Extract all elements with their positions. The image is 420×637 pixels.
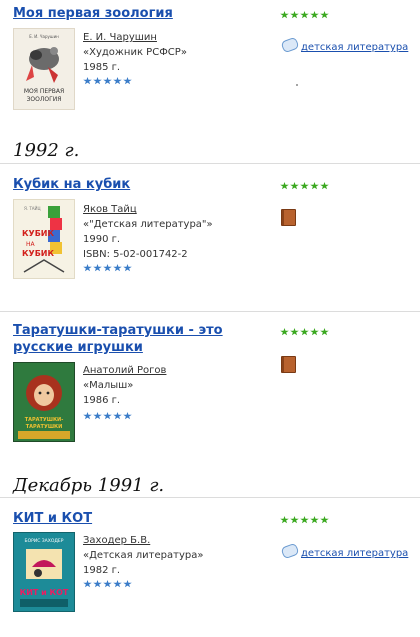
book-cover-image[interactable]: ТАРАТУШКИ- ТАРАТУШКИ [13,362,75,442]
cover-author-text: Е. И. Чарушин [29,34,59,39]
date-heading: 1992 г. [13,140,80,161]
svg-text:МОЯ ПЕРВАЯ: МОЯ ПЕРВАЯ [24,88,64,95]
divider [0,163,420,164]
book-info: Заходер Б.В. «Детская литература» 1982 г… [83,534,203,595]
author-link[interactable]: Е. И. Чарушин [83,31,187,44]
rating-stars[interactable] [280,182,330,190]
cover-author-text: БОРИС ЗАХОДЕР [25,538,64,544]
book-title-link[interactable]: Кубик на кубик [13,176,323,193]
author-link[interactable]: Яков Тайц [83,203,213,216]
paperclip-icon [280,36,300,54]
year-text: 1985 г. [83,62,121,73]
paperclip-icon [280,542,300,560]
year-text: 1982 г. [83,565,121,576]
book-cover-image[interactable]: БОРИС ЗАХОДЕР КИТ и КОТ [13,532,75,612]
svg-text:НА: НА [26,241,36,248]
year-text: 1990 г. [83,234,121,245]
publisher-text: «Малыш» [83,380,134,391]
svg-text:ТАРАТУШКИ: ТАРАТУШКИ [26,424,63,430]
divider [0,311,420,312]
date-heading: Декабрь 1991 г. [13,475,165,496]
book-cover-image[interactable]: Я. ТАЙЦ КУБИК НА КУБИК [13,199,75,279]
book-icon[interactable] [281,356,296,373]
divider [0,497,420,498]
user-rating-stars[interactable] [83,264,213,279]
separator-dot [296,84,298,86]
book-cover-image[interactable]: Е. И. Чарушин МОЯ ПЕРВАЯ ЗООЛОГИЯ [13,28,75,110]
author-link[interactable]: Анатолий Рогов [83,364,166,377]
user-rating-stars[interactable] [83,412,166,427]
book-title-link[interactable]: КИТ и КОТ [13,510,323,527]
book-info: Е. И. Чарушин «Художник РСФСР» 1985 г. [83,31,187,92]
publisher-text: «Детская литература» [83,550,204,561]
genre-tag-link[interactable]: детская литература [280,542,408,560]
author-link[interactable]: Заходер Б.В. [83,534,203,547]
isbn-text: ISBN: 5-02-001742-2 [83,249,188,260]
svg-text:КИТ и КОТ: КИТ и КОТ [20,588,69,597]
book-info: Яков Тайц «"Детская литература"» 1990 г.… [83,203,213,279]
rating-stars[interactable] [280,11,330,19]
svg-text:ТАРАТУШКИ-: ТАРАТУШКИ- [25,417,64,423]
cover-author-text: Я. ТАЙЦ [24,206,41,211]
svg-text:ЗООЛОГИЯ: ЗООЛОГИЯ [27,96,62,103]
user-rating-stars[interactable] [83,77,187,92]
book-title-link[interactable]: Таратушки-таратушки - это русские игрушк… [13,322,263,356]
svg-text:КУБИК: КУБИК [22,249,55,258]
book-icon[interactable] [281,209,296,226]
rating-stars[interactable] [280,516,330,524]
rating-stars[interactable] [280,328,330,336]
publisher-text: «"Детская литература"» [83,219,213,230]
year-text: 1986 г. [83,395,121,406]
publisher-text: «Художник РСФСР» [83,47,187,58]
svg-text:КУБИК: КУБИК [22,229,55,238]
user-rating-stars[interactable] [83,580,203,595]
book-info: Анатолий Рогов «Малыш» 1986 г. [83,364,166,427]
genre-tag-link[interactable]: детская литература [280,36,408,54]
book-title-link[interactable]: Моя первая зоология [13,5,323,22]
